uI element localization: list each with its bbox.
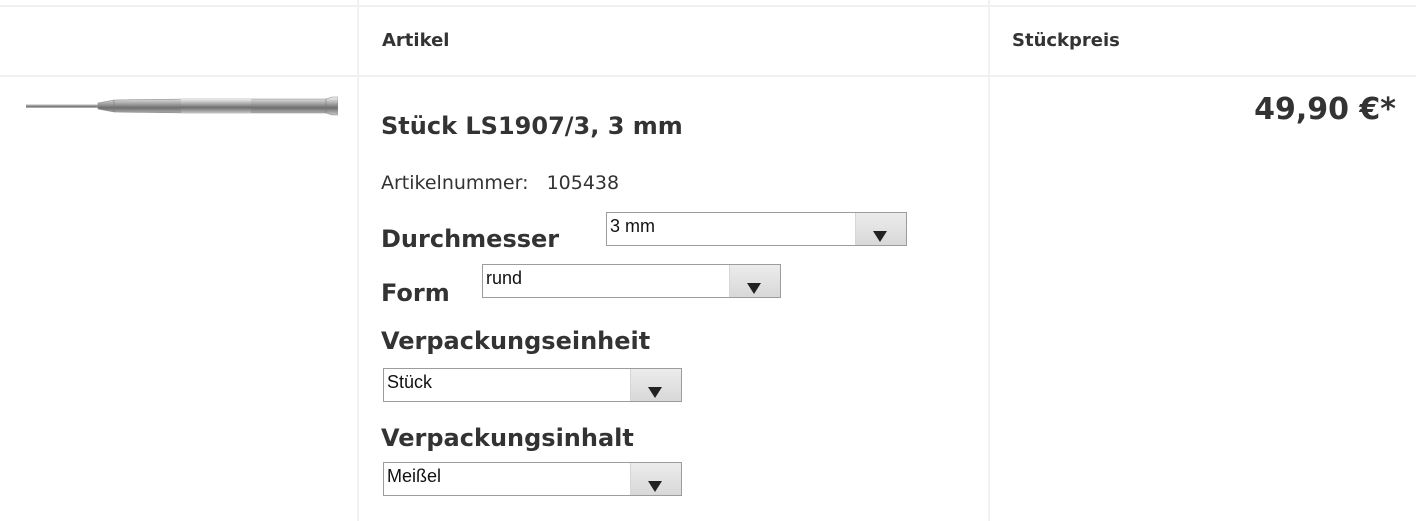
form-selected-value: rund: [486, 268, 523, 288]
column-header-unit-price: Stückpreis: [1012, 30, 1120, 51]
verpackungseinheit-select[interactable]: Stück: [383, 368, 682, 402]
verpackungseinheit-dropdown-button[interactable]: [630, 369, 681, 401]
form-dropdown-button[interactable]: [729, 265, 780, 297]
chevron-down-icon: [873, 231, 887, 242]
cart-table: Artikel Stückpreis Stück LS1907/3, 3 mm …: [0, 0, 1416, 521]
durchmesser-label: Durchmesser: [381, 225, 560, 253]
form-label: Form: [381, 279, 450, 307]
unit-price: 49,90 €*: [1254, 92, 1396, 127]
article-number-value: 105438: [546, 172, 620, 194]
column-header-article: Artikel: [382, 30, 450, 51]
column-divider-image-article: [357, 0, 359, 521]
verpackungseinheit-selected-value: Stück: [387, 372, 433, 392]
form-select[interactable]: rund: [482, 264, 781, 298]
chisel-product-image[interactable]: [26, 96, 338, 116]
durchmesser-selected-value: 3 mm: [610, 216, 655, 236]
verpackungsinhalt-label: Verpackungsinhalt: [381, 424, 634, 452]
product-title[interactable]: Stück LS1907/3, 3 mm: [381, 112, 683, 140]
chevron-down-icon: [648, 481, 662, 492]
verpackungsinhalt-select[interactable]: Meißel: [383, 462, 682, 496]
durchmesser-dropdown-button[interactable]: [855, 213, 906, 245]
header-divider: [0, 75, 1416, 77]
verpackungseinheit-label: Verpackungseinheit: [381, 327, 651, 355]
verpackungsinhalt-dropdown-button[interactable]: [630, 463, 681, 495]
column-divider-article-price: [988, 0, 990, 521]
durchmesser-select[interactable]: 3 mm: [606, 212, 907, 246]
chevron-down-icon: [648, 387, 662, 398]
article-number-label: Artikelnummer:: [381, 172, 529, 194]
article-number-row: Artikelnummer: 105438: [381, 172, 619, 194]
verpackungsinhalt-selected-value: Meißel: [387, 466, 442, 486]
table-top-border: [0, 5, 1416, 7]
chevron-down-icon: [747, 283, 761, 294]
